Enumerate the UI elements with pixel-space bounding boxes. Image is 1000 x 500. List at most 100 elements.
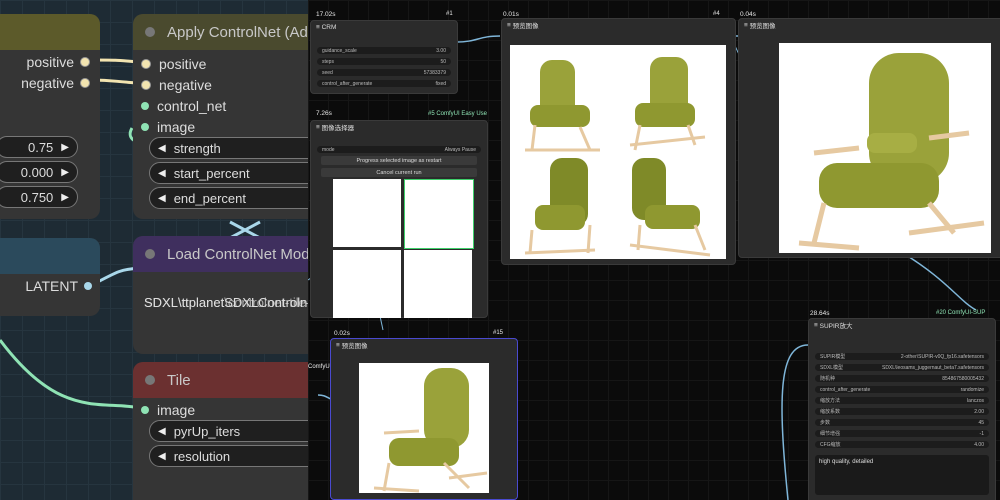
output-latent-label: LATENT — [25, 278, 78, 294]
tile-input-image-dot[interactable] — [141, 406, 149, 414]
param-value: 854867580005432 — [942, 375, 984, 382]
supir-param-control[interactable]: control_after_generate randomize — [815, 386, 989, 393]
output-latent[interactable]: LATENT — [25, 278, 92, 294]
mode-select[interactable]: mode Always Pause — [317, 146, 481, 153]
crm-param-control[interactable]: control_after_generate fixed — [317, 80, 451, 87]
tile-input-image[interactable]: image — [141, 402, 195, 418]
widget-value-3[interactable]: 0.750 ▶ — [0, 186, 78, 208]
output-latent-dot[interactable] — [84, 282, 92, 290]
preview-grid-header: ≡ 预览图像 — [507, 21, 539, 31]
param-value: 2-other\SUPIR-v0Q_fp16.safetensors — [900, 353, 984, 360]
chooser-image-4[interactable] — [404, 250, 472, 318]
param-label: guidance_scale — [322, 47, 357, 54]
supir-time: 28.64s — [810, 310, 830, 317]
preview-small-badge: #15 — [493, 330, 504, 336]
chair-small-illustration — [373, 368, 488, 493]
preview-grid-node[interactable]: ≡ 预览图像 — [501, 18, 736, 265]
strength-label: strength — [173, 140, 221, 156]
chooser-image-1[interactable] — [333, 179, 401, 247]
widget-value-1-text: 0.75 — [27, 139, 54, 155]
pyrup-iters-widget[interactable]: ◀ pyrUp_iters — [149, 420, 308, 442]
supir-header: ≡ SUPIR放大 — [814, 321, 853, 331]
resolution-widget[interactable]: ◀ resolution — [149, 445, 308, 467]
output-positive-label: positive — [26, 54, 74, 70]
latent-node[interactable]: LATENT — [0, 238, 100, 316]
decrement-arrow-icon[interactable]: ◀ — [158, 168, 166, 179]
pyrup-iters-label: pyrUp_iters — [173, 423, 241, 439]
increment-arrow-icon[interactable]: ▶ — [61, 142, 69, 153]
supir-param-scale-method[interactable]: 缩放方法 lanczos — [815, 397, 989, 404]
decrement-arrow-icon[interactable]: ◀ — [158, 451, 166, 462]
supir-param-seed[interactable]: 随机种 854867580005432 — [815, 375, 989, 382]
cancel-run-button[interactable]: Cancel current run — [321, 168, 477, 177]
supir-param-scale[interactable]: 缩放系数 2.00 — [815, 408, 989, 415]
output-negative[interactable]: negative — [21, 75, 90, 91]
input-control-net-dot[interactable] — [141, 102, 149, 110]
preview-large-node[interactable]: ≡ 预览图像 — [738, 18, 1000, 258]
collapse-dot-icon[interactable] — [145, 249, 155, 259]
widget-value-3-text: 0.750 — [20, 189, 54, 205]
chooser-image-3[interactable] — [333, 250, 401, 318]
collapse-dot-icon[interactable] — [145, 375, 155, 385]
widget-value-2[interactable]: 0.000 ▶ — [0, 161, 78, 183]
decrement-arrow-icon[interactable]: ◀ — [158, 426, 166, 437]
param-value: SDXL\leosams_juggernaut_beta7.safetensor… — [881, 364, 984, 371]
load-controlnet-node[interactable]: Load ControlNet Mode SDXL\ttplanetSDXLCo… — [133, 236, 308, 354]
chair-large-illustration — [798, 53, 985, 251]
preview-small-time: 0.02s — [334, 330, 350, 337]
conditioning-node[interactable]: positive negative 0.75 ▶ 0.000 ▶ 0.750 ▶ — [0, 14, 100, 219]
left-canvas[interactable]: positive negative 0.75 ▶ 0.000 ▶ 0.750 ▶ LA… — [0, 0, 308, 500]
decrement-arrow-icon[interactable]: ◀ — [158, 193, 166, 204]
preview-small-node[interactable]: ≡ 预览图像 — [330, 338, 518, 500]
output-positive-dot[interactable] — [80, 57, 90, 67]
input-negative-dot[interactable] — [141, 80, 151, 90]
progress-restart-button[interactable]: Progress selected image as restart — [321, 156, 477, 165]
param-value: 3.00 — [436, 47, 446, 54]
crm-param-seed[interactable]: seed 57383379 — [317, 69, 451, 76]
input-control-net-label: control_net — [157, 98, 227, 114]
conditioning-node-header — [0, 14, 100, 50]
increment-arrow-icon[interactable]: ▶ — [61, 167, 69, 178]
input-image[interactable]: image — [141, 119, 195, 135]
increment-arrow-icon[interactable]: ▶ — [61, 192, 69, 203]
crm-node[interactable]: ≡ CRM guidance_scale 3.00 steps 50 seed 573… — [310, 20, 458, 94]
widget-value-2-text: 0.000 — [20, 164, 54, 180]
strength-widget[interactable]: ◀ strength — [149, 137, 308, 159]
input-image-dot[interactable] — [141, 123, 149, 131]
load-controlnet-header: Load ControlNet Mode — [133, 236, 308, 272]
output-positive[interactable]: positive — [27, 54, 90, 70]
input-positive-dot[interactable] — [141, 59, 151, 69]
load-controlnet-title: Load ControlNet Mode — [167, 245, 308, 263]
image-chooser-node[interactable]: ≡ 图像选择器 mode Always Pause Progress select… — [310, 120, 488, 318]
supir-param-sdxl[interactable]: SDXL模型 SDXL\leosams_juggernaut_beta7.safe… — [815, 364, 989, 371]
supir-param-detail[interactable]: 细节增强 -1 — [815, 430, 989, 437]
chooser-image-2[interactable] — [404, 179, 474, 249]
tile-node[interactable]: Tile image ◀ pyrUp_iters ◀ resolution — [133, 362, 308, 500]
input-negative[interactable]: negative — [141, 77, 212, 93]
end-percent-widget[interactable]: ◀ end_percent — [149, 187, 308, 209]
crm-param-guidance[interactable]: guidance_scale 3.00 — [317, 47, 451, 54]
chair-icon — [525, 60, 600, 152]
supir-param-steps[interactable]: 步数 45 — [815, 419, 989, 426]
right-canvas[interactable]: ≡ CRM guidance_scale 3.00 steps 50 seed 573… — [308, 0, 1000, 500]
start-percent-widget[interactable]: ◀ start_percent — [149, 162, 308, 184]
apply-controlnet-node[interactable]: Apply ControlNet (Adv positive negative … — [133, 14, 308, 219]
preview-large-image — [779, 43, 991, 253]
input-control-net[interactable]: control_net — [141, 98, 226, 114]
supir-node[interactable]: ≡ SUPIR放大 SUPIR模型 2-other\SUPIR-v0Q_fp16.… — [808, 318, 996, 500]
supir-param-cfg[interactable]: CFG缩放 4.00 — [815, 441, 989, 448]
crm-param-steps[interactable]: steps 50 — [317, 58, 451, 65]
controlnet-model-select[interactable]: SDXL\ttplanetSDXLControlnet_v10Fp16.safe… — [139, 292, 308, 312]
param-value: 4.00 — [974, 441, 984, 448]
widget-value-1[interactable]: 0.75 ▶ — [0, 136, 78, 158]
supir-param-model[interactable]: SUPIR模型 2-other\SUPIR-v0Q_fp16.safetensor… — [815, 353, 989, 360]
output-negative-dot[interactable] — [80, 78, 90, 88]
mode-value: Always Pause — [444, 146, 476, 153]
side-node-label: ComfyUI — [308, 364, 332, 370]
collapse-dot-icon[interactable] — [145, 27, 155, 37]
param-label: steps — [322, 58, 334, 65]
decrement-arrow-icon[interactable]: ◀ — [158, 143, 166, 154]
param-value: 2.00 — [974, 408, 984, 415]
prompt-textarea[interactable]: high quality, detailed — [815, 455, 989, 495]
input-positive[interactable]: positive — [141, 56, 206, 72]
